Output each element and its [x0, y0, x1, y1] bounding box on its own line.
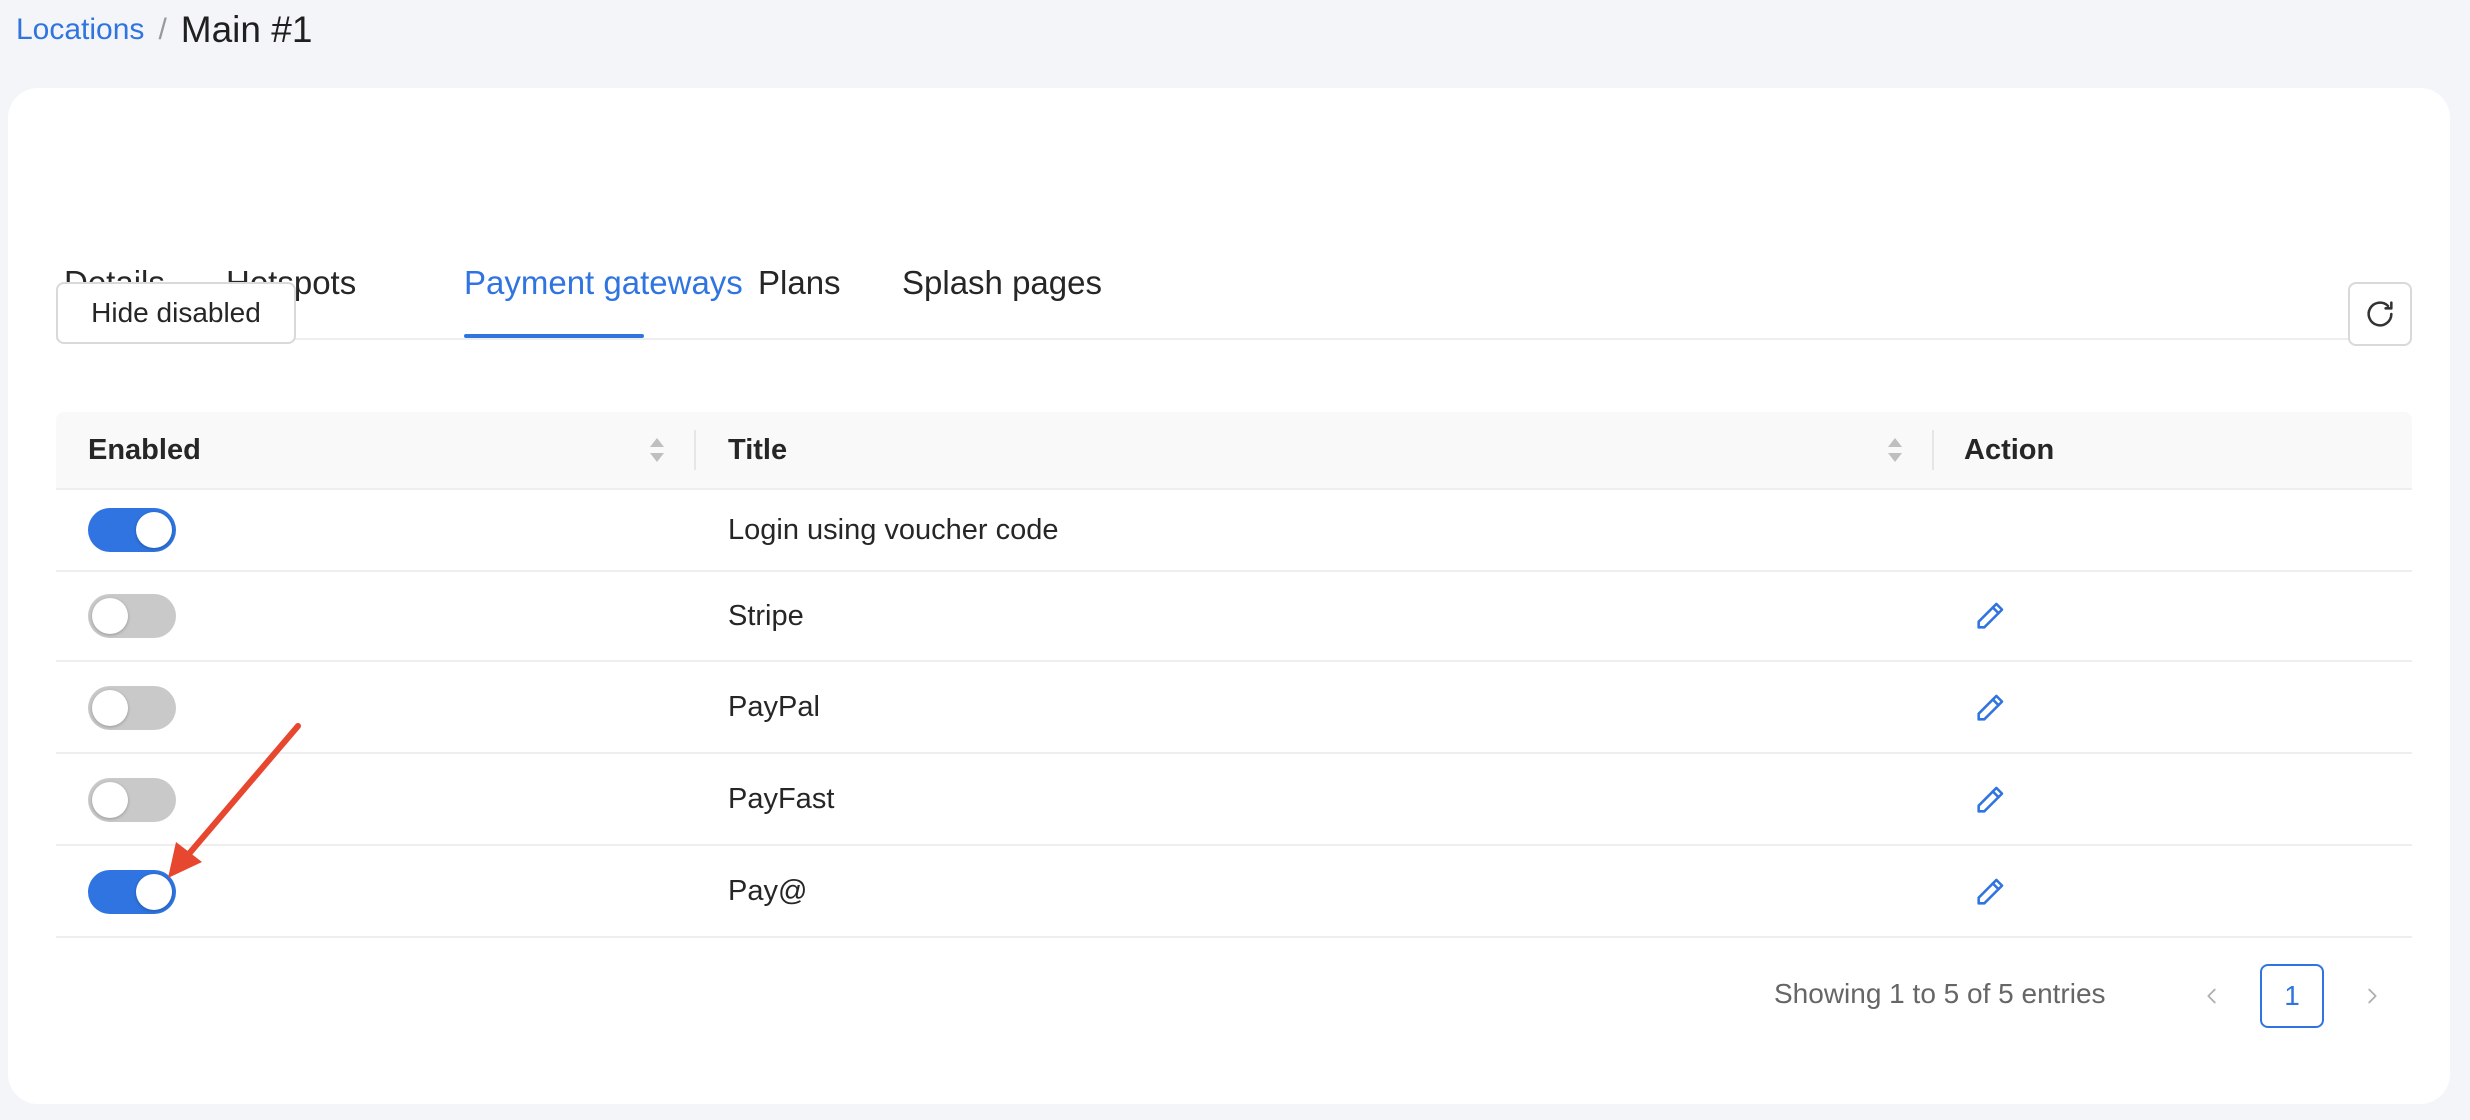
- toggle-knob: [136, 512, 172, 548]
- enabled-toggle[interactable]: [88, 594, 176, 638]
- hide-disabled-button[interactable]: Hide disabled: [56, 282, 296, 344]
- toggle-knob: [92, 690, 128, 726]
- tab-plans[interactable]: Plans: [758, 264, 841, 302]
- sort-title-icon[interactable]: [1886, 434, 1904, 466]
- chevron-left-icon: [2207, 988, 2216, 1004]
- column-header-action: Action: [1964, 433, 2055, 466]
- enabled-toggle[interactable]: [88, 778, 176, 822]
- sort-enabled-icon[interactable]: [648, 434, 666, 466]
- toggle-knob: [92, 598, 128, 634]
- table-row: Stripe: [56, 572, 2412, 662]
- tab-splash-pages[interactable]: Splash pages: [902, 264, 1102, 302]
- gateway-title: PayPal: [728, 690, 820, 723]
- gateway-title: Pay@: [728, 874, 808, 907]
- next-page-button[interactable]: [2352, 976, 2392, 1016]
- pencil-icon: [1977, 878, 2004, 905]
- breadcrumb-locations-link[interactable]: Locations: [16, 13, 144, 47]
- edit-button[interactable]: [1970, 872, 2010, 912]
- enabled-toggle[interactable]: [88, 870, 176, 914]
- toggle-knob: [136, 874, 172, 910]
- table-row: PayPal: [56, 662, 2412, 754]
- pencil-icon: [1977, 694, 2004, 721]
- table-row: PayFast: [56, 754, 2412, 846]
- tab-bar: Details Hotspots Payment gateways Plans …: [56, 178, 2412, 340]
- pencil-icon: [1977, 602, 2004, 629]
- page-title: Main #1: [180, 9, 313, 50]
- pagination-info: Showing 1 to 5 of 5 entries: [1774, 978, 2106, 1009]
- refresh-icon: [2367, 301, 2393, 327]
- column-divider: [694, 430, 696, 470]
- table-header: Enabled Title Action: [56, 412, 2412, 490]
- pagination: Showing 1 to 5 of 5 entries 1: [0, 964, 2470, 1028]
- content-card: Details Hotspots Payment gateways Plans …: [8, 88, 2450, 1104]
- gateway-title: Stripe: [728, 599, 804, 632]
- enabled-toggle[interactable]: [88, 686, 176, 730]
- table-row: Login using voucher code: [56, 490, 2412, 572]
- column-divider: [1932, 430, 1934, 470]
- refresh-button[interactable]: [2348, 282, 2412, 346]
- pencil-icon: [1977, 786, 2004, 813]
- enabled-toggle[interactable]: [88, 508, 176, 552]
- table-row: Pay@: [56, 846, 2412, 938]
- active-tab-indicator: [464, 334, 644, 338]
- gateway-title: PayFast: [728, 782, 835, 815]
- breadcrumb-separator: /: [158, 13, 167, 46]
- column-header-title: Title: [728, 433, 788, 466]
- toggle-knob: [92, 782, 128, 818]
- page-number-button[interactable]: 1: [2260, 964, 2324, 1028]
- tab-payment-gateways[interactable]: Payment gateways: [464, 264, 743, 302]
- column-header-enabled: Enabled: [88, 433, 201, 466]
- edit-button[interactable]: [1970, 596, 2010, 636]
- previous-page-button[interactable]: [2192, 976, 2232, 1016]
- gateway-title: Login using voucher code: [728, 513, 1059, 546]
- edit-button[interactable]: [1970, 688, 2010, 728]
- chevron-right-icon: [2368, 988, 2377, 1004]
- edit-button[interactable]: [1970, 780, 2010, 820]
- breadcrumb: Locations / Main #1: [16, 0, 312, 60]
- payment-gateways-table: Enabled Title Action Login using voucher…: [56, 412, 2412, 938]
